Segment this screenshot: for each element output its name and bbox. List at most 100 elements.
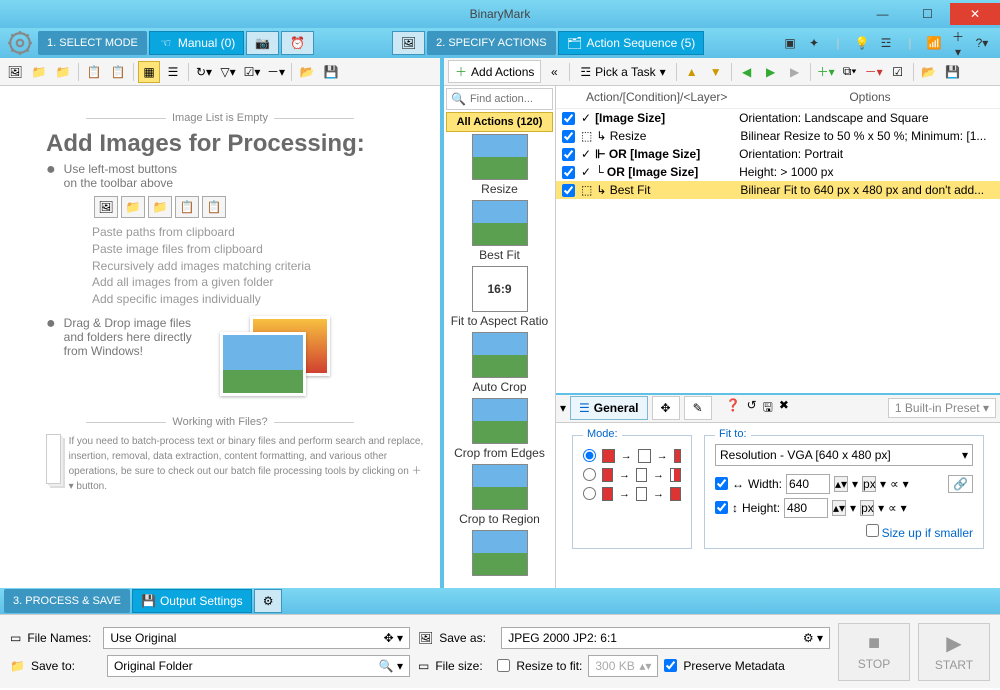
- bulb-icon[interactable]: 💡: [854, 36, 870, 50]
- action-auto-crop[interactable]: Auto Crop: [444, 330, 555, 396]
- pick-task-dropdown[interactable]: ☲ Pick a Task ▾: [574, 63, 671, 81]
- refresh-icon[interactable]: ↻▾: [193, 61, 215, 83]
- saveto-dropdown[interactable]: Original Folder🔍 ▾: [107, 655, 410, 677]
- view-list-icon[interactable]: ☰: [162, 61, 184, 83]
- link-icon[interactable]: ∝: [888, 501, 897, 515]
- preview-icon[interactable]: ▣: [782, 36, 798, 50]
- tab-clock[interactable]: ⏰: [281, 31, 314, 55]
- width-spinner[interactable]: ▴▾: [834, 476, 848, 492]
- preserve-meta-checkbox[interactable]: [664, 659, 677, 672]
- move-up-yellow-icon[interactable]: ▲: [681, 61, 703, 83]
- tab-brush[interactable]: ✎: [684, 396, 712, 420]
- minimize-button[interactable]: —: [860, 3, 905, 25]
- seq-row[interactable]: ✓[Image Size]Orientation: Landscape and …: [556, 109, 1000, 127]
- chevron-down-icon[interactable]: ▾: [903, 477, 909, 491]
- add-image-icon[interactable]: 🖼: [4, 61, 26, 83]
- chevron-down-icon[interactable]: ▾: [850, 501, 856, 515]
- chevron-down-icon[interactable]: ▾: [880, 477, 886, 491]
- find-action-box[interactable]: 🔍: [446, 88, 553, 110]
- chevron-down-icon[interactable]: ▾: [852, 477, 858, 491]
- action-resize[interactable]: Resize: [444, 132, 555, 198]
- lock-aspect-icon[interactable]: 🔗: [948, 475, 973, 493]
- tab-output-gear[interactable]: ⚙: [254, 589, 283, 613]
- paste-path-icon[interactable]: 📋: [107, 61, 129, 83]
- chevron-down-icon[interactable]: ▾: [901, 501, 907, 515]
- move-left-green-icon[interactable]: ◀: [736, 61, 758, 83]
- plus-dropdown-icon[interactable]: ＋▾: [950, 28, 966, 59]
- mode-option-3[interactable]: →→: [583, 487, 681, 501]
- sizeup-checkbox[interactable]: [866, 524, 879, 537]
- step2-header[interactable]: 2. SPECIFY ACTIONS: [427, 31, 555, 55]
- tab-picture[interactable]: 🖼: [392, 31, 425, 55]
- height-spinner[interactable]: ▴▾: [832, 500, 846, 516]
- move-down-yellow-icon[interactable]: ▼: [705, 61, 727, 83]
- hint-btn-1[interactable]: 🖼: [94, 196, 118, 218]
- save-seq-icon[interactable]: 💾: [942, 61, 964, 83]
- start-button[interactable]: ▶ START: [918, 623, 990, 681]
- target-icon[interactable]: ✦: [806, 36, 822, 50]
- unit-px[interactable]: px: [862, 476, 876, 492]
- add-folder-icon[interactable]: 📁: [28, 61, 50, 83]
- action-crop-region[interactable]: Crop to Region: [444, 462, 555, 528]
- disk-icon[interactable]: 🖫: [763, 398, 773, 419]
- move-right2-icon[interactable]: ▶: [784, 61, 806, 83]
- tab-general[interactable]: ☰ General: [570, 396, 647, 420]
- chevron-down-icon[interactable]: ▾: [878, 501, 884, 515]
- height-checkbox[interactable]: [715, 501, 728, 514]
- chevron-down-icon[interactable]: ▾: [560, 401, 566, 415]
- remove-icon[interactable]: －▾: [265, 61, 287, 83]
- action-more[interactable]: [444, 528, 555, 580]
- filenames-dropdown[interactable]: Use Original✥ ▾: [103, 627, 410, 649]
- seq-row[interactable]: ⬚↳ ResizeBilinear Resize to 50 % x 50 %;…: [556, 127, 1000, 145]
- tab-camera[interactable]: 📷: [246, 31, 279, 55]
- filter-icon[interactable]: ▽▾: [217, 61, 239, 83]
- resolution-dropdown[interactable]: Resolution - VGA [640 x 480 px]▾: [715, 444, 973, 466]
- action-scroll[interactable]: Resize Best Fit 16:9Fit to Aspect Ratio …: [444, 132, 555, 588]
- tab-manual[interactable]: ☜ Manual (0): [149, 31, 244, 55]
- preset-dropdown[interactable]: 1 Built-in Preset ▾: [888, 398, 996, 418]
- row-checkbox[interactable]: [562, 112, 575, 125]
- x-icon[interactable]: ✖: [779, 398, 789, 419]
- link-icon[interactable]: ∝: [890, 477, 899, 491]
- row-checkbox[interactable]: [562, 148, 575, 161]
- hint-btn-4[interactable]: 📋: [175, 196, 199, 218]
- all-actions-header[interactable]: All Actions (120): [446, 112, 553, 132]
- collapse-icon[interactable]: «: [543, 61, 565, 83]
- hint-btn-3[interactable]: 📁: [148, 196, 172, 218]
- width-input[interactable]: [786, 474, 830, 494]
- hint-btn-5[interactable]: 📋: [202, 196, 226, 218]
- checklist-icon[interactable]: ☑: [887, 61, 909, 83]
- find-action-input[interactable]: [470, 93, 548, 105]
- help2-icon[interactable]: ❓: [726, 398, 741, 419]
- mode-option-2[interactable]: →→: [583, 468, 681, 482]
- open-seq-icon[interactable]: 📂: [918, 61, 940, 83]
- resizeval-input[interactable]: 300 KB▴▾: [588, 655, 658, 677]
- seq-row-selected[interactable]: ⬚↳ Best FitBilinear Fit to 640 px x 480 …: [556, 181, 1000, 199]
- stop-button[interactable]: ■ STOP: [838, 623, 910, 681]
- resize-checkbox[interactable]: [497, 659, 510, 672]
- undo-icon[interactable]: ↺: [747, 398, 757, 419]
- action-best-fit[interactable]: Best Fit: [444, 198, 555, 264]
- tab-action-sequence[interactable]: 🗂 Action Sequence (5): [558, 31, 705, 55]
- step3-header[interactable]: 3. PROCESS & SAVE: [4, 589, 130, 613]
- delete-action-icon[interactable]: －▾: [863, 61, 885, 83]
- add-actions-button[interactable]: ＋ Add Actions: [448, 60, 541, 83]
- maximize-button[interactable]: ☐: [905, 3, 950, 25]
- unit-px[interactable]: px: [860, 500, 874, 516]
- action-crop-edges[interactable]: Crop from Edges: [444, 396, 555, 462]
- width-checkbox[interactable]: [715, 477, 728, 490]
- empty-drop-area[interactable]: Image List is Empty Add Images for Proce…: [0, 86, 440, 588]
- select-icon[interactable]: ☑▾: [241, 61, 263, 83]
- new-action-icon[interactable]: ＋▾: [815, 61, 837, 83]
- seq-row[interactable]: ✓⊩ OR [Image Size]Orientation: Portrait: [556, 145, 1000, 163]
- help-icon[interactable]: ?▾: [974, 36, 990, 50]
- settings-gear-icon[interactable]: [4, 30, 36, 56]
- height-input[interactable]: [784, 498, 828, 518]
- row-checkbox[interactable]: [562, 184, 575, 197]
- close-button[interactable]: ✕: [950, 3, 1000, 25]
- saveas-dropdown[interactable]: JPEG 2000 JP2: 6:1⚙ ▾: [501, 627, 830, 649]
- open-folder-icon[interactable]: 📂: [296, 61, 318, 83]
- tab-move[interactable]: ✥: [652, 396, 680, 420]
- hint-btn-2[interactable]: 📁: [121, 196, 145, 218]
- tab-output-settings[interactable]: 💾 Output Settings: [132, 589, 252, 613]
